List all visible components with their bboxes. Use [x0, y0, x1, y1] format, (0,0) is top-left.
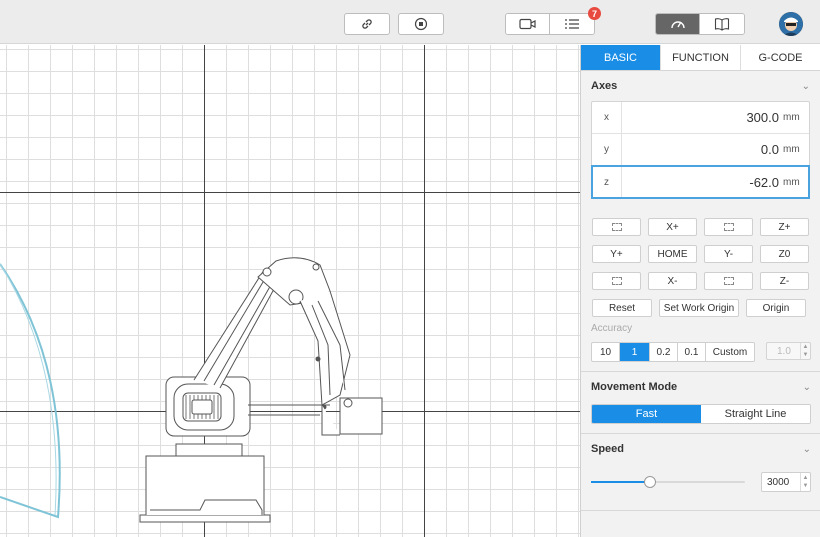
speed-value: 3000: [767, 476, 790, 488]
axis-unit: mm: [783, 112, 800, 123]
divider: [581, 510, 820, 511]
camera-icon: [518, 18, 536, 30]
speed-input[interactable]: 3000 ▲ ▼: [761, 472, 811, 492]
panel-tabs: BASIC FUNCTION G-CODE: [581, 45, 820, 71]
tab-basic[interactable]: BASIC: [581, 45, 661, 70]
axis-unit: mm: [783, 176, 800, 188]
accuracy-selector: 10 1 0.2 0.1 Custom: [591, 342, 755, 362]
view-toggle-group: [505, 13, 595, 35]
speed-section-header[interactable]: Speed ⌄: [581, 434, 820, 464]
origin-button[interactable]: Origin: [746, 299, 806, 317]
z-zero-button[interactable]: Z0: [760, 245, 809, 263]
chevron-down-icon: ⌄: [802, 443, 811, 455]
stepper-icon[interactable]: ▲ ▼: [800, 473, 810, 491]
link-button[interactable]: [344, 13, 390, 35]
speed-slider-handle[interactable]: [643, 476, 656, 488]
chevron-down-icon: ⌄: [801, 80, 810, 92]
jog-diagonal-down-left-button[interactable]: [592, 272, 641, 290]
robot-arm-drawing: [139, 257, 383, 523]
corner-icon: [611, 223, 622, 231]
axis-label-y: y: [592, 134, 622, 165]
corner-icon: [611, 277, 622, 285]
movement-mode-toggle: Fast Straight Line: [591, 404, 811, 424]
jog-diagonal-down-right-button[interactable]: [704, 272, 753, 290]
corner-icon: [723, 223, 734, 231]
jog-y-minus-button[interactable]: Y-: [704, 245, 753, 263]
corner-icon: [723, 277, 734, 285]
axes-coordinates: x 300.0 mm y 0.0 mm z -62.0 mm: [591, 101, 810, 199]
list-button[interactable]: [550, 14, 594, 34]
accuracy-option[interactable]: 0.1: [678, 343, 706, 361]
tab-function[interactable]: FUNCTION: [661, 45, 741, 70]
jog-z-plus-button[interactable]: Z+: [760, 218, 809, 236]
accuracy-option-custom[interactable]: Custom: [706, 343, 754, 361]
speed-slider-fill: [591, 481, 650, 483]
tab-g-code[interactable]: G-CODE: [741, 45, 820, 70]
axes-title: Axes: [591, 80, 618, 92]
jog-diagonal-up-right-button[interactable]: [704, 218, 753, 236]
list-icon: [565, 19, 579, 29]
user-avatar[interactable]: [779, 12, 803, 36]
axes-section-header[interactable]: Axes ⌄: [581, 71, 820, 101]
movement-straight-line-button[interactable]: Straight Line: [701, 405, 810, 423]
axis-label-z: z: [592, 166, 622, 198]
axis-row-z: z -62.0 mm: [591, 165, 810, 199]
jog-x-minus-button[interactable]: X-: [648, 272, 697, 290]
top-toolbar: 7: [0, 0, 820, 44]
jog-controls: X+ Z+ Y+ HOME Y- Z0 X- Z-: [592, 218, 809, 290]
axis-row-x: x 300.0 mm: [592, 102, 809, 134]
axis-row-y: y 0.0 mm: [592, 134, 809, 166]
axis-label-x: x: [592, 102, 622, 133]
reset-button[interactable]: Reset: [592, 299, 652, 317]
gauge-icon: [670, 21, 685, 29]
stop-button[interactable]: [398, 13, 444, 35]
camera-button[interactable]: [506, 14, 550, 34]
workspace-canvas[interactable]: [0, 45, 580, 537]
movement-fast-button[interactable]: Fast: [592, 405, 701, 423]
speed-slider[interactable]: [591, 481, 745, 483]
accuracy-option-selected[interactable]: 1: [620, 343, 650, 361]
axis-z-field[interactable]: -62.0: [622, 175, 783, 190]
speed-title: Speed: [591, 443, 625, 455]
control-panel: BASIC FUNCTION G-CODE Axes ⌄ x 300.0 mm …: [580, 45, 820, 537]
movement-section-header[interactable]: Movement Mode ⌄: [581, 372, 820, 402]
origin-actions: Reset Set Work Origin Origin: [592, 299, 806, 317]
set-work-origin-button[interactable]: Set Work Origin: [659, 299, 739, 317]
notification-badge: 7: [588, 7, 601, 20]
accuracy-option[interactable]: 0.2: [650, 343, 678, 361]
jog-z-minus-button[interactable]: Z-: [760, 272, 809, 290]
jog-x-plus-button[interactable]: X+: [648, 218, 697, 236]
control-mode-button[interactable]: [656, 14, 700, 34]
link-icon: [362, 19, 372, 29]
chevron-down-icon: ⌄: [802, 381, 811, 393]
mode-toggle-group: [655, 13, 745, 35]
accuracy-option[interactable]: 10: [592, 343, 620, 361]
jog-diagonal-up-left-button[interactable]: [592, 218, 641, 236]
jog-y-plus-button[interactable]: Y+: [592, 245, 641, 263]
axis-y-field[interactable]: 0.0: [622, 142, 783, 157]
axis-x-field[interactable]: 300.0: [622, 110, 783, 125]
docs-mode-button[interactable]: [700, 14, 744, 34]
custom-accuracy-value: 1.0: [777, 345, 791, 357]
axis-unit: mm: [783, 144, 800, 155]
movement-title: Movement Mode: [591, 381, 678, 393]
stepper-icon[interactable]: ▲ ▼: [800, 343, 810, 359]
book-icon: [714, 18, 730, 31]
stop-icon: [414, 17, 428, 31]
home-button[interactable]: HOME: [648, 245, 697, 263]
accuracy-label: Accuracy: [591, 323, 633, 334]
custom-accuracy-input[interactable]: 1.0 ▲ ▼: [766, 342, 811, 360]
